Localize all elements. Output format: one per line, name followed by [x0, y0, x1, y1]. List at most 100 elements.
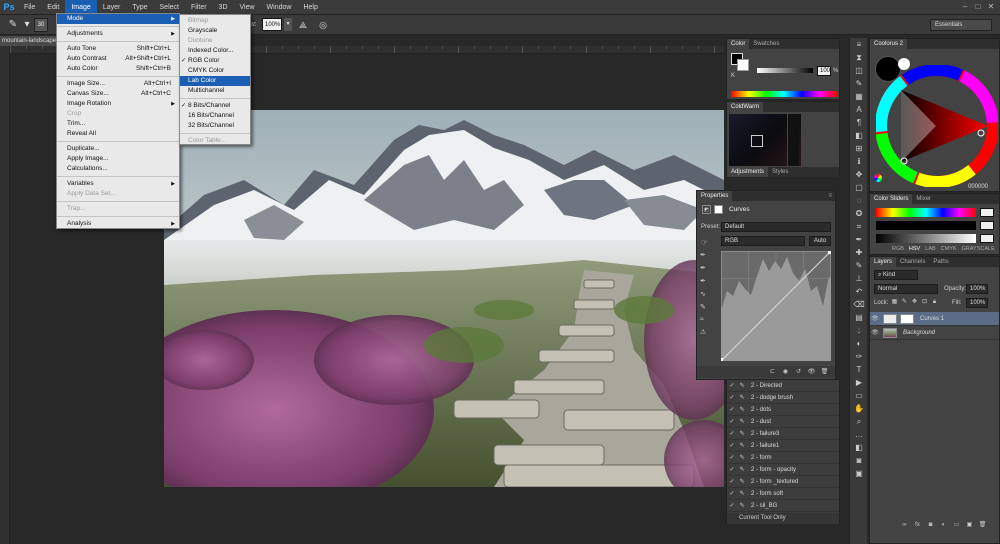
tab-paths[interactable]: Paths [929, 257, 952, 267]
document-image[interactable] [164, 110, 724, 487]
coldwarm-column[interactable] [787, 114, 799, 166]
zoom-tool-icon[interactable]: ⌕ [851, 415, 867, 428]
more-tools-icon[interactable]: … [851, 428, 867, 441]
workspace-select[interactable]: Essentials [930, 19, 992, 31]
action-check-icon[interactable]: ✓ [727, 454, 737, 461]
eyedropper-gray-icon[interactable]: ✒ [700, 264, 712, 272]
new-group-icon[interactable]: ▭ [952, 521, 961, 530]
character-icon[interactable]: A [851, 103, 867, 116]
action-check-icon[interactable]: ✓ [727, 418, 737, 425]
panel-menu-icon[interactable]: ≡ [828, 191, 832, 201]
hue-input[interactable] [980, 208, 994, 217]
value-slider[interactable] [876, 234, 976, 243]
marquee-tool-icon[interactable]: ▢ [851, 181, 867, 194]
saturation-slider[interactable] [876, 221, 976, 230]
auto-button[interactable]: Auto [809, 236, 831, 246]
menu-item-image-rotation[interactable]: Image Rotation ▶ [57, 99, 179, 109]
new-layer-icon[interactable]: ▣ [965, 521, 974, 530]
flow-input[interactable]: 100% [262, 18, 282, 31]
adjustment-layer-icon[interactable]: ◐ [939, 521, 948, 530]
lock-artboard-icon[interactable]: ⊡ [920, 298, 929, 307]
lock-move-icon[interactable]: ✥ [910, 298, 919, 307]
action-item[interactable]: ✓ ✎ 2 - failure3 [727, 428, 839, 440]
menu-item-auto-contrast[interactable]: Auto Contrast Alt+Shift+Ctrl+L [57, 54, 179, 64]
crop-tool-icon[interactable]: ⌗ [851, 220, 867, 233]
info-icon[interactable]: ℹ [851, 155, 867, 168]
mode-item-multichannel[interactable]: Multichannel [180, 86, 250, 96]
tab-styles[interactable]: Styles [768, 167, 792, 177]
layer-mask-thumbnail[interactable] [900, 313, 914, 324]
clip-to-layer-icon[interactable]: ⊏ [768, 368, 777, 377]
action-item[interactable]: ✓ ✎ 2 - form soft [727, 488, 839, 500]
tab-coolorus[interactable]: Coolorus 2 [870, 39, 908, 49]
tab-adjustments[interactable]: Adjustments [727, 167, 769, 177]
menu-view[interactable]: View [234, 0, 261, 15]
lock-transparent-icon[interactable]: ▦ [890, 298, 899, 307]
menu-item-duplicate[interactable]: Duplicate... [57, 144, 179, 154]
move-tool-icon[interactable]: ✥ [851, 168, 867, 181]
type-tool-icon[interactable]: T [851, 363, 867, 376]
action-item[interactable]: ✓ ✎ 2 - failure1 [727, 440, 839, 452]
tab-color[interactable]: Color [727, 39, 750, 49]
history-brush-icon[interactable]: ↶ [851, 285, 867, 298]
lock-paint-icon[interactable]: ✎ [900, 298, 909, 307]
healing-tool-icon[interactable]: ✚ [851, 246, 867, 259]
slider-mode-grayscale[interactable]: GRAYSCALE [962, 246, 995, 252]
k-slider[interactable] [757, 68, 813, 73]
fill-input[interactable]: 100% [966, 298, 988, 308]
color-spectrum-bar[interactable] [731, 91, 837, 97]
visibility-eye-icon[interactable]: 👁︎ [870, 329, 880, 336]
menu-item-canvas-size[interactable]: Canvas Size... Alt+Ctrl+C [57, 89, 179, 99]
mode-item-16-bits-channel[interactable]: 16 Bits/Channel [180, 111, 250, 121]
menu-item-calculations[interactable]: Calculations... [57, 164, 179, 174]
layer-style-icon[interactable]: fx [913, 521, 922, 530]
visibility-eye-icon[interactable]: 👁︎ [870, 315, 880, 322]
layer-comps-icon[interactable]: ◧ [851, 129, 867, 142]
mode-item-cmyk-color[interactable]: CMYK Color [180, 66, 250, 76]
clone-stamp-icon[interactable]: ⊥ [851, 272, 867, 285]
action-check-icon[interactable]: ✓ [727, 478, 737, 485]
opacity-input[interactable]: 100% [966, 284, 988, 294]
brush-icon[interactable]: ✎ [6, 18, 20, 32]
flow-chevron-down-icon[interactable]: ▾ [284, 18, 292, 31]
airbrush-icon[interactable]: ⟁ [296, 18, 310, 32]
properties-icon[interactable]: ◫ [851, 64, 867, 77]
action-check-icon[interactable]: ✓ [727, 442, 737, 449]
blend-mode-select[interactable]: Normal [874, 284, 938, 294]
dodge-tool-icon[interactable]: ◐ [851, 337, 867, 350]
menu-3d[interactable]: 3D [213, 0, 234, 15]
action-item[interactable]: ✓ ✎ 2 - dots [727, 404, 839, 416]
tab-color-sliders[interactable]: Color Sliders [870, 194, 913, 204]
hand-tool-icon[interactable]: ✋ [851, 402, 867, 415]
action-check-icon[interactable]: ✓ [727, 394, 737, 401]
fg-bg-colors-icon[interactable]: ◧ [851, 441, 867, 454]
saturation-input[interactable] [980, 221, 994, 230]
layer-row[interactable]: 👁︎ Background [870, 326, 999, 340]
close-icon[interactable]: ✕ [986, 1, 996, 12]
quick-select-icon[interactable]: ✪ [851, 207, 867, 220]
histogram-warning-icon[interactable]: ⚠ [700, 328, 712, 336]
add-mask-icon[interactable]: ◙ [926, 521, 935, 530]
action-item[interactable]: ✓ ✎ 2 - sil_BG [727, 500, 839, 512]
menu-item-reveal-all[interactable]: Reveal All [57, 129, 179, 139]
eyedropper-tool-icon[interactable]: ✒ [851, 233, 867, 246]
quick-mask-icon[interactable]: ◙ [851, 454, 867, 467]
channel-select[interactable]: RGB [721, 236, 805, 246]
preset-select[interactable]: Default [721, 222, 831, 232]
brush-tool-icon[interactable]: ✎ [851, 259, 867, 272]
maximize-icon[interactable]: □ [973, 1, 983, 12]
swatches-icon[interactable]: ▦ [851, 90, 867, 103]
pressure-size-icon[interactable]: ◎ [316, 18, 330, 32]
paragraph-icon[interactable]: ¶ [851, 116, 867, 129]
history-icon[interactable]: ⧗ [851, 51, 867, 64]
delete-layer-icon[interactable]: 🗑︎ [978, 521, 987, 530]
tool-preset-chevron-down-icon[interactable]: ▾ [20, 18, 34, 32]
blur-tool-icon[interactable]: 💧︎ [851, 324, 867, 337]
menu-item-image-size[interactable]: Image Size... Alt+Ctrl+I [57, 79, 179, 89]
mask-icon[interactable] [714, 205, 723, 214]
eyedropper-white-icon[interactable]: ✒ [700, 277, 712, 285]
menu-item-auto-tone[interactable]: Auto Tone Shift+Ctrl+L [57, 44, 179, 54]
mode-item-rgb-color[interactable]: ✓ RGB Color [180, 56, 250, 66]
reset-icon[interactable]: ↺ [794, 368, 803, 377]
action-item[interactable]: ✓ ✎ 2 - dodge brush [727, 392, 839, 404]
